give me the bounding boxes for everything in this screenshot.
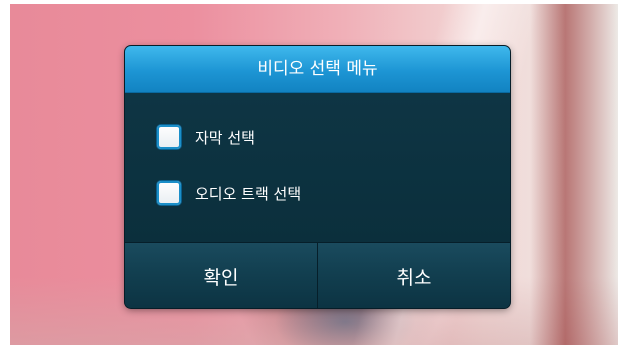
subtitle-option-label: 자막 선택	[195, 128, 255, 147]
confirm-button[interactable]: 확인	[125, 243, 317, 308]
dialog-title: 비디오 선택 메뉴	[125, 46, 510, 93]
dialog-button-bar: 확인 취소	[125, 242, 510, 308]
cancel-button[interactable]: 취소	[317, 243, 510, 308]
audio-track-checkbox[interactable]	[157, 181, 181, 205]
dialog-body: 자막 선택 오디오 트랙 선택	[125, 93, 510, 243]
subtitle-option[interactable]: 자막 선택	[157, 122, 255, 152]
subtitle-checkbox[interactable]	[157, 125, 181, 149]
audio-track-option-label: 오디오 트랙 선택	[195, 184, 302, 203]
video-select-dialog: 비디오 선택 메뉴 자막 선택 오디오 트랙 선택 확인 취소	[125, 46, 510, 308]
audio-track-option[interactable]: 오디오 트랙 선택	[157, 178, 301, 208]
